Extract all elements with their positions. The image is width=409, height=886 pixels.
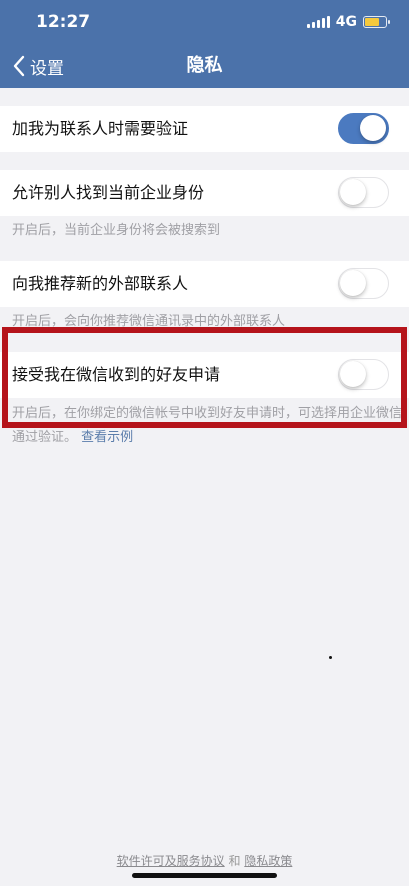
verify-contact-toggle[interactable] <box>338 113 389 144</box>
back-label: 设置 <box>30 58 64 79</box>
status-indicators: 4G <box>306 14 390 30</box>
signal-icon <box>306 16 330 28</box>
back-button[interactable]: 设置 <box>12 44 64 88</box>
nav-bar: 设置 隐私 <box>0 44 409 88</box>
setting-row-recommend-external: 向我推荐新的外部联系人 <box>0 261 409 307</box>
toggle-knob <box>340 270 366 296</box>
chevron-left-icon <box>13 55 25 77</box>
hint-text: 开启后，在你绑定的微信帐号中收到好友申请时，可选择用企业微信通过验证。 <box>12 406 403 445</box>
privacy-policy-link[interactable]: 隐私政策 <box>244 854 292 868</box>
terms-link[interactable]: 软件许可及服务协议 <box>117 854 225 868</box>
footer-conjunction: 和 <box>224 854 245 868</box>
battery-icon <box>363 16 390 28</box>
setting-label: 接受我在微信收到的好友申请 <box>12 365 221 384</box>
recommend-external-toggle[interactable] <box>338 268 389 299</box>
home-indicator[interactable] <box>132 873 277 878</box>
status-bar: 12:27 4G <box>0 0 409 44</box>
find-by-identity-toggle[interactable] <box>338 177 389 208</box>
footer: 软件许可及服务协议 和 隐私政策 <box>0 852 409 869</box>
recommend-external-hint: 开启后，会向你推荐微信通讯录中的外部联系人 <box>12 314 286 329</box>
setting-row-find-by-identity: 允许别人找到当前企业身份 <box>0 170 409 216</box>
status-time: 12:27 <box>36 12 91 32</box>
find-by-identity-hint: 开启后，当前企业身份将会被搜索到 <box>12 223 221 238</box>
toggle-knob <box>360 115 386 141</box>
toggle-knob <box>340 179 366 205</box>
setting-row-verify-contact: 加我为联系人时需要验证 <box>0 106 409 152</box>
accept-wechat-requests-hint: 开启后，在你绑定的微信帐号中收到好友申请时，可选择用企业微信通过验证。 查看示例 <box>12 402 404 450</box>
view-example-link[interactable]: 查看示例 <box>81 430 133 445</box>
setting-label: 向我推荐新的外部联系人 <box>12 274 189 293</box>
setting-label: 允许别人找到当前企业身份 <box>12 183 205 202</box>
cursor-dot <box>329 656 332 659</box>
toggle-knob <box>340 361 366 387</box>
network-type: 4G <box>335 14 357 30</box>
setting-label: 加我为联系人时需要验证 <box>12 119 189 138</box>
accept-wechat-requests-toggle[interactable] <box>338 359 389 390</box>
setting-row-accept-wechat-requests: 接受我在微信收到的好友申请 <box>0 352 409 398</box>
